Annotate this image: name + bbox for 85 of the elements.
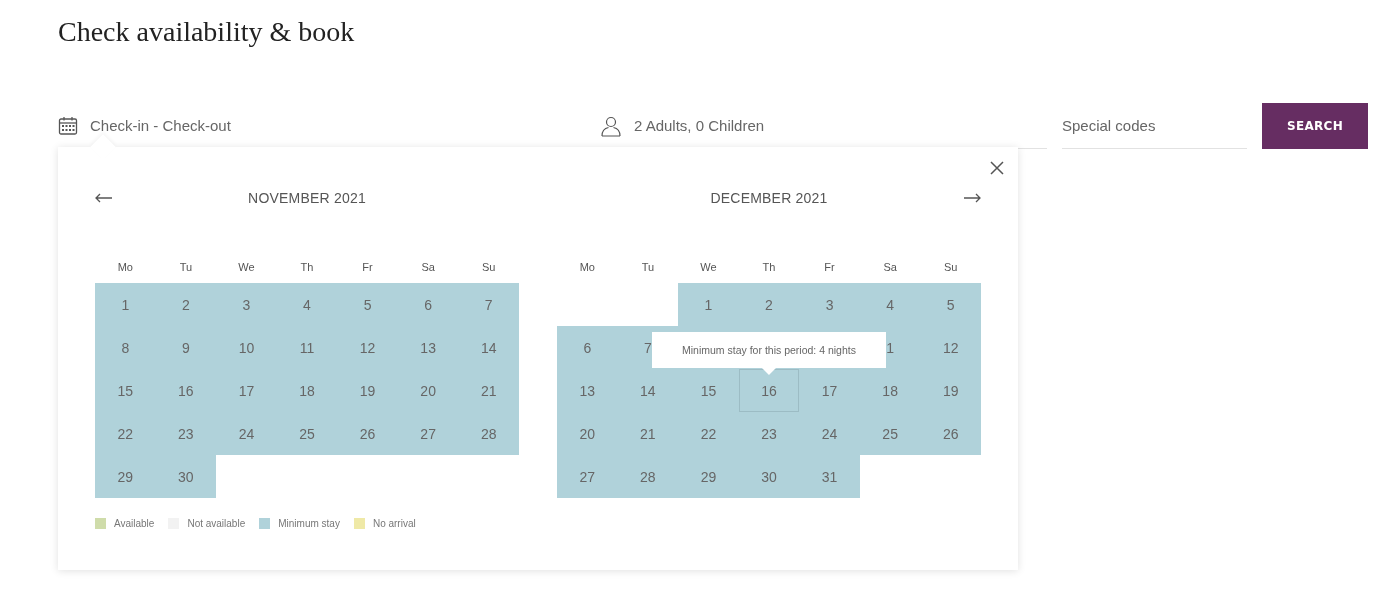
weekday-label: Th: [762, 260, 776, 275]
weekday-label: Tu: [179, 260, 193, 275]
day-cell[interactable]: 22: [95, 412, 156, 455]
weekday-label: Mo: [579, 260, 595, 275]
special-codes-field[interactable]: Special codes: [1062, 103, 1247, 149]
month-title: NOVEMBER 2021: [248, 190, 366, 206]
day-cell[interactable]: 22: [678, 412, 739, 455]
day-cell[interactable]: 19: [920, 369, 981, 412]
legend-label: Minimum stay: [278, 518, 340, 529]
day-cell[interactable]: 5: [337, 283, 398, 326]
day-cell[interactable]: 23: [155, 412, 217, 455]
day-cell[interactable]: 21: [458, 369, 519, 412]
close-icon[interactable]: [990, 161, 1004, 175]
day-cell[interactable]: 4: [276, 283, 338, 326]
calendar-icon: [58, 115, 78, 136]
day-cell[interactable]: 29: [678, 455, 739, 498]
legend-label: No arrival: [372, 518, 416, 529]
day-cell[interactable]: 20: [397, 369, 459, 412]
day-cell[interactable]: 11: [276, 326, 338, 369]
day-cell[interactable]: 24: [216, 412, 277, 455]
weekday-label: Fr: [824, 260, 835, 275]
day-cell[interactable]: 30: [155, 455, 217, 498]
guests-field[interactable]: 2 Adults, 0 Children: [634, 115, 934, 136]
day-cell[interactable]: 12: [920, 326, 981, 369]
day-cell[interactable]: 23: [738, 412, 800, 455]
day-cell[interactable]: 28: [617, 455, 679, 498]
day-cell[interactable]: 14: [617, 369, 679, 412]
day-cell[interactable]: 6: [557, 326, 618, 369]
day-cell[interactable]: 8: [95, 326, 156, 369]
day-cell[interactable]: 28: [458, 412, 519, 455]
legend-label: Available: [114, 518, 155, 529]
day-cell[interactable]: 31: [799, 455, 860, 498]
day-cell[interactable]: 29: [95, 455, 156, 498]
weekday-label: Mo: [117, 260, 133, 275]
day-cell[interactable]: 4: [859, 283, 921, 326]
day-cell[interactable]: 2: [155, 283, 217, 326]
day-cell[interactable]: 26: [920, 412, 981, 455]
day-cell[interactable]: 24: [799, 412, 860, 455]
weekday-label: Su: [481, 260, 496, 275]
day-cell[interactable]: 3: [799, 283, 860, 326]
weekday-label: Sa: [421, 260, 435, 275]
day-cell[interactable]: 9: [155, 326, 217, 369]
day-cell[interactable]: 3: [216, 283, 277, 326]
date-range-field[interactable]: Check-in - Check-out: [90, 115, 390, 136]
day-cell[interactable]: 17: [799, 369, 860, 412]
weekday-label: Su: [943, 260, 958, 275]
search-button[interactable]: SEARCH: [1262, 103, 1368, 149]
day-cell[interactable]: 1: [95, 283, 156, 326]
weekday-label: We: [238, 260, 255, 275]
day-cell[interactable]: 21: [617, 412, 679, 455]
weekday-label: Tu: [641, 260, 655, 275]
day-cell[interactable]: 25: [276, 412, 338, 455]
day-cell[interactable]: 16: [155, 369, 217, 412]
previous-month-arrow-icon[interactable]: [95, 193, 113, 203]
day-cell[interactable]: 26: [337, 412, 398, 455]
page-title: Check availability & book: [58, 15, 356, 49]
person-icon: [600, 114, 622, 137]
weekday-label: Fr: [362, 260, 373, 275]
day-cell[interactable]: 17: [216, 369, 277, 412]
day-cell[interactable]: 27: [397, 412, 459, 455]
day-cell[interactable]: 10: [216, 326, 277, 369]
day-cell[interactable]: 18: [276, 369, 338, 412]
day-cell[interactable]: 1: [678, 283, 739, 326]
day-cell[interactable]: 14: [458, 326, 519, 369]
day-cell[interactable]: 2: [738, 283, 800, 326]
weekday-label: Th: [300, 260, 314, 275]
day-cell[interactable]: 30: [738, 455, 800, 498]
day-cell[interactable]: 25: [859, 412, 921, 455]
day-cell[interactable]: 15: [678, 369, 739, 412]
legend-label: Not available: [187, 518, 246, 529]
day-cell[interactable]: 15: [95, 369, 156, 412]
day-cell[interactable]: 18: [859, 369, 921, 412]
day-cell[interactable]: 5: [920, 283, 981, 326]
day-cell[interactable]: 13: [397, 326, 459, 369]
day-cell[interactable]: 6: [397, 283, 459, 326]
month-title: DECEMBER 2021: [710, 190, 828, 206]
day-cell[interactable]: 7: [458, 283, 519, 326]
day-cell[interactable]: 13: [557, 369, 618, 412]
day-cell[interactable]: 27: [557, 455, 618, 498]
day-cell[interactable]: 12: [337, 326, 398, 369]
weekday-label: Sa: [883, 260, 897, 275]
weekday-label: We: [700, 260, 717, 275]
next-month-arrow-icon[interactable]: [963, 193, 981, 203]
day-cell[interactable]: 19: [337, 369, 398, 412]
day-cell[interactable]: 20: [557, 412, 618, 455]
